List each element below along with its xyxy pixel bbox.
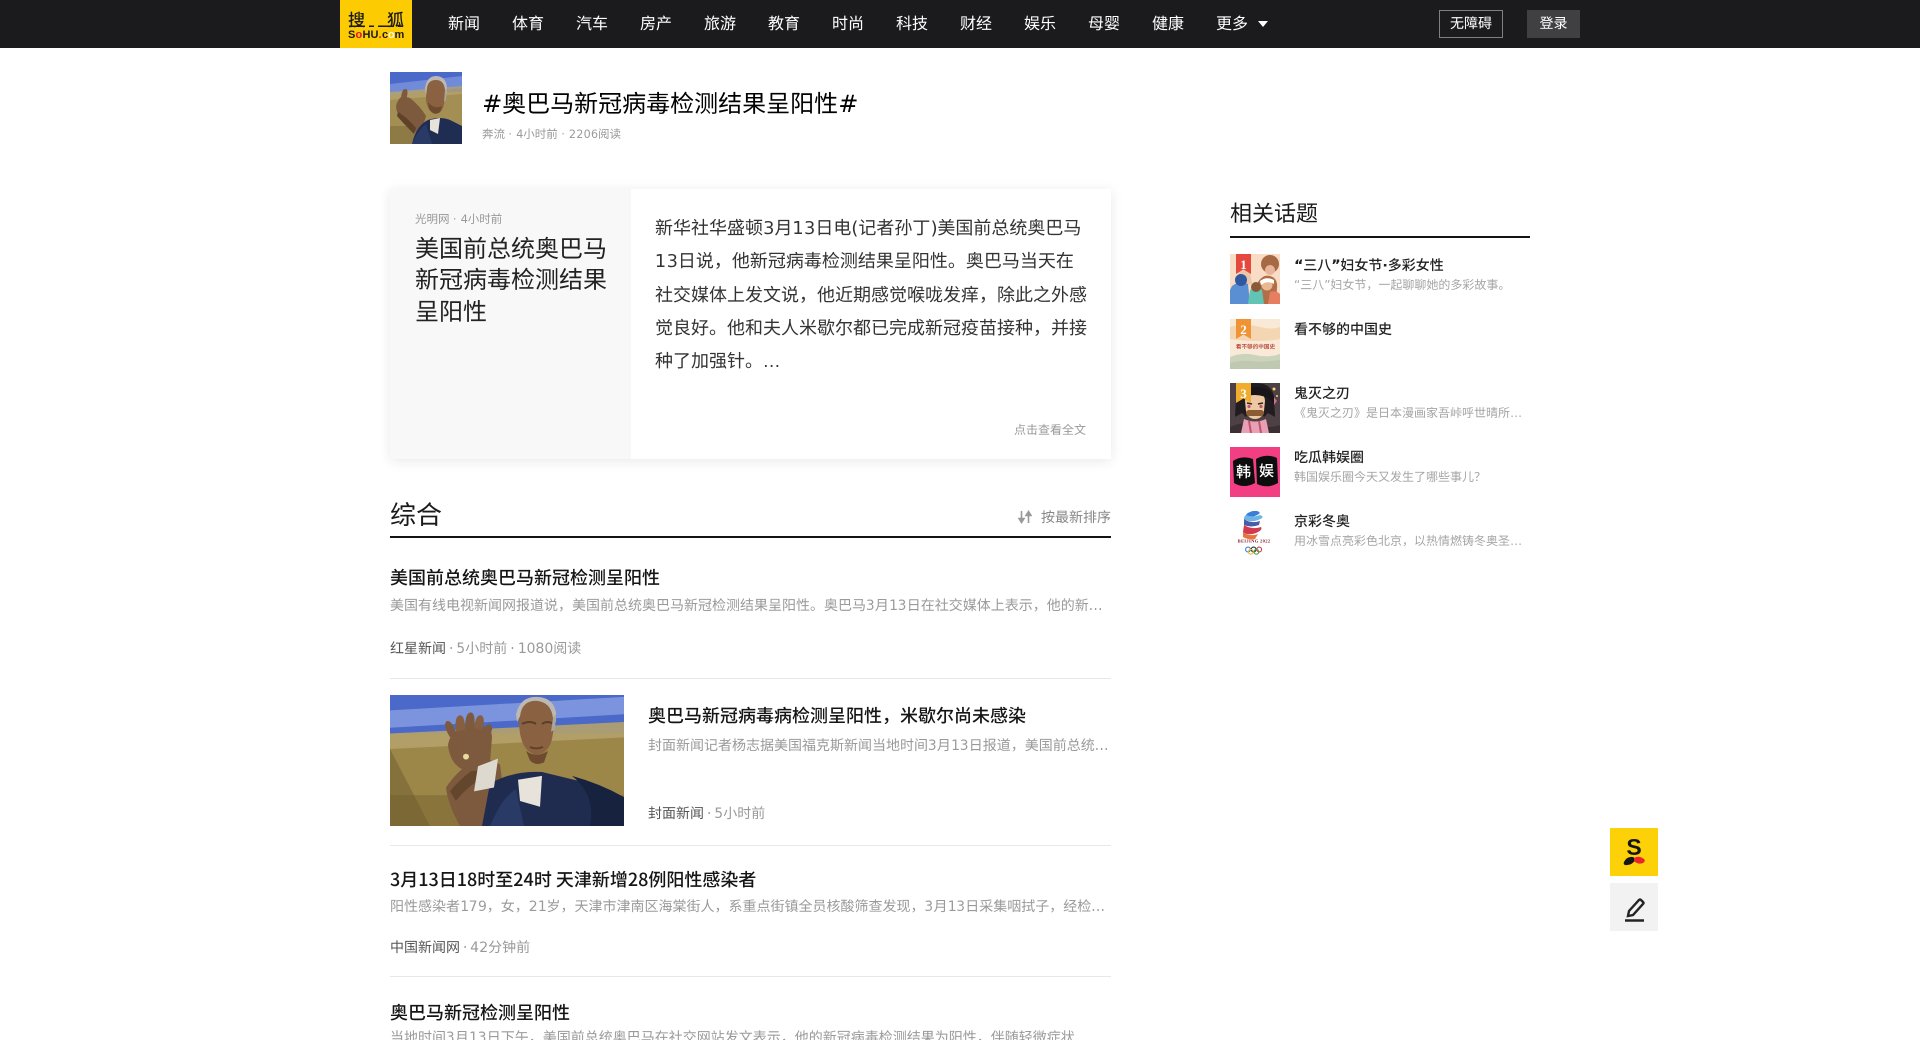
svg-text:2: 2 xyxy=(1240,322,1247,337)
svg-text:娱: 娱 xyxy=(1259,460,1274,481)
svg-text:1: 1 xyxy=(1240,257,1247,272)
svg-text:狐: 狐 xyxy=(387,6,404,31)
svg-text:搜: 搜 xyxy=(348,6,365,31)
svg-text:S: S xyxy=(1626,834,1641,860)
svg-text:o: o xyxy=(356,29,363,41)
svg-text:HU: HU xyxy=(363,29,379,41)
svg-text:m: m xyxy=(395,29,405,41)
svg-text:BEIJING 2022: BEIJING 2022 xyxy=(1238,539,1271,544)
svg-text:3: 3 xyxy=(1240,386,1247,401)
svg-text:韩: 韩 xyxy=(1236,461,1251,482)
svg-text:看不够的中国史: 看不够的中国史 xyxy=(1236,343,1276,351)
